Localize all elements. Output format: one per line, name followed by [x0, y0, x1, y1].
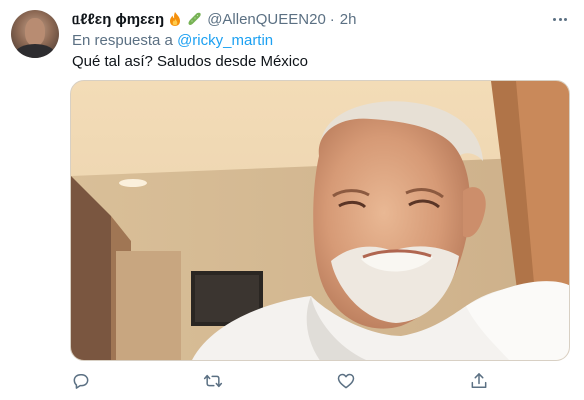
reply-prefix: En respuesta a	[72, 32, 173, 49]
share-icon[interactable]	[468, 370, 490, 392]
like-icon[interactable]	[335, 370, 357, 392]
reply-context: En respuesta a @ricky_martin	[72, 32, 273, 49]
tweet-header: ᥲℓℓɛŋ ɸɱɛɛŋ @AllenQUEEN20 · 2h	[72, 9, 356, 29]
more-icon[interactable]	[548, 10, 572, 28]
avatar-shoulders	[15, 44, 55, 58]
separator: ·	[329, 10, 335, 28]
tweet[interactable]: ᥲℓℓɛŋ ɸɱɛɛŋ @AllenQUEEN20 · 2h En respue…	[0, 0, 584, 400]
avatar-face	[25, 18, 45, 46]
tweet-photo[interactable]	[70, 80, 570, 361]
timestamp[interactable]: 2h	[340, 11, 357, 28]
avatar[interactable]	[11, 10, 59, 58]
retweet-icon[interactable]	[202, 370, 224, 392]
fire-emoji	[170, 12, 181, 26]
handle[interactable]: @AllenQUEEN20	[207, 11, 326, 28]
tweet-actions	[70, 370, 490, 392]
cucumber-emoji	[188, 12, 201, 25]
photo-image	[71, 81, 569, 360]
reply-icon[interactable]	[70, 370, 92, 392]
display-name[interactable]: ᥲℓℓɛŋ ɸɱɛɛŋ	[72, 11, 164, 28]
reply-to-link[interactable]: @ricky_martin	[177, 32, 273, 49]
tweet-text: Qué tal así? Saludos desde México	[72, 53, 308, 70]
